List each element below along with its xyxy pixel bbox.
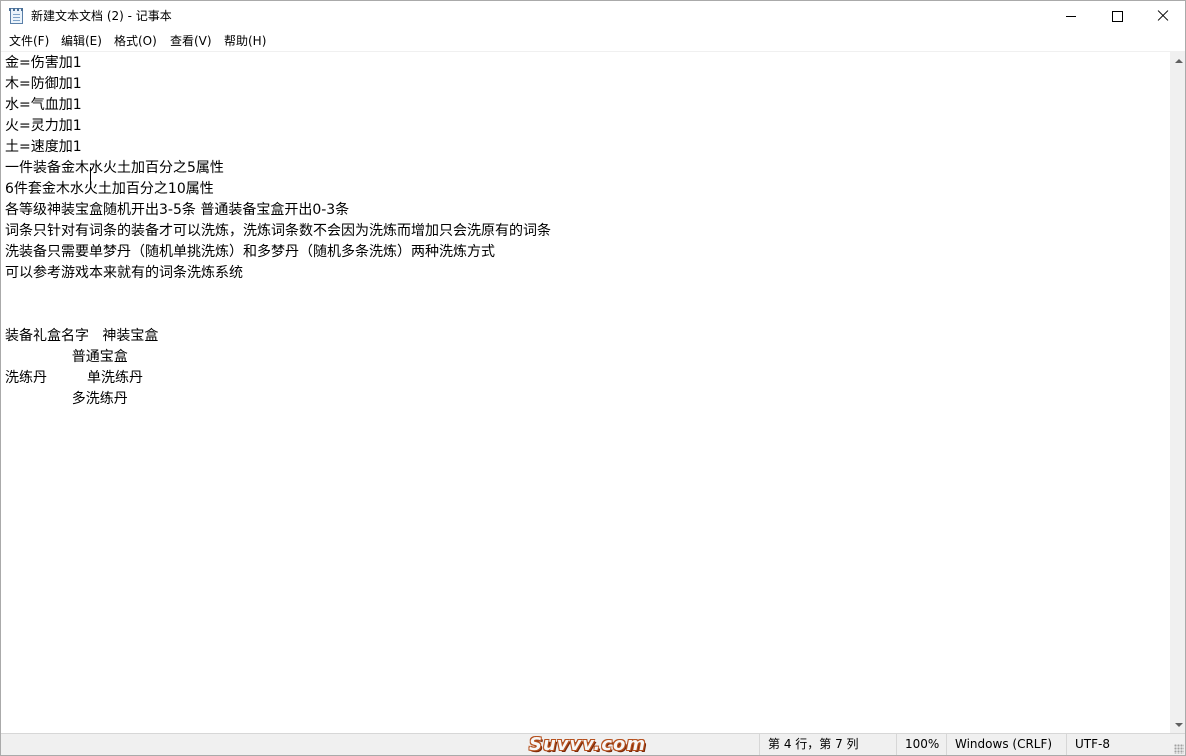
encoding: UTF-8 bbox=[1066, 734, 1171, 755]
watermark: Suvvv.com bbox=[529, 734, 647, 755]
close-button[interactable] bbox=[1140, 1, 1185, 31]
menu-view[interactable]: 查看(V) bbox=[170, 33, 212, 49]
maximize-button[interactable] bbox=[1094, 1, 1140, 31]
close-icon bbox=[1157, 10, 1169, 22]
resize-grip-icon[interactable] bbox=[1174, 744, 1184, 754]
maximize-icon bbox=[1111, 10, 1123, 22]
text-editor[interactable]: 金=伤害加1 木=防御加1 水=气血加1 火=灵力加1 土=速度加1 一件装备金… bbox=[1, 52, 1170, 733]
vertical-scrollbar[interactable] bbox=[1170, 52, 1185, 733]
menu-format[interactable]: 格式(O) bbox=[114, 33, 157, 49]
cursor-position: 第 4 行，第 7 列 bbox=[759, 734, 896, 755]
zoom-level: 100% bbox=[896, 734, 946, 755]
minimize-icon bbox=[1066, 15, 1076, 17]
arrow-down-icon bbox=[1174, 722, 1183, 727]
text-caret bbox=[90, 167, 91, 185]
line-ending: Windows (CRLF) bbox=[946, 734, 1066, 755]
menu-bar: 文件(F) 编辑(E) 格式(O) 查看(V) 帮助(H) bbox=[1, 31, 1185, 52]
minimize-button[interactable] bbox=[1048, 1, 1094, 31]
window-title: 新建文本文档 (2) - 记事本 bbox=[31, 9, 172, 23]
menu-help[interactable]: 帮助(H) bbox=[224, 33, 266, 49]
notepad-window: 新建文本文档 (2) - 记事本 文件(F) 编辑(E) 格式(O) 查看(V)… bbox=[0, 0, 1186, 756]
menu-file[interactable]: 文件(F) bbox=[9, 33, 49, 49]
arrow-up-icon bbox=[1174, 58, 1183, 63]
scroll-down-button[interactable] bbox=[1170, 716, 1185, 733]
notepad-icon bbox=[9, 8, 24, 24]
title-bar[interactable]: 新建文本文档 (2) - 记事本 bbox=[1, 1, 1185, 31]
scroll-up-button[interactable] bbox=[1170, 52, 1185, 69]
editor-content[interactable]: 金=伤害加1 木=防御加1 水=气血加1 火=灵力加1 土=速度加1 一件装备金… bbox=[5, 53, 551, 410]
menu-edit[interactable]: 编辑(E) bbox=[61, 33, 102, 49]
